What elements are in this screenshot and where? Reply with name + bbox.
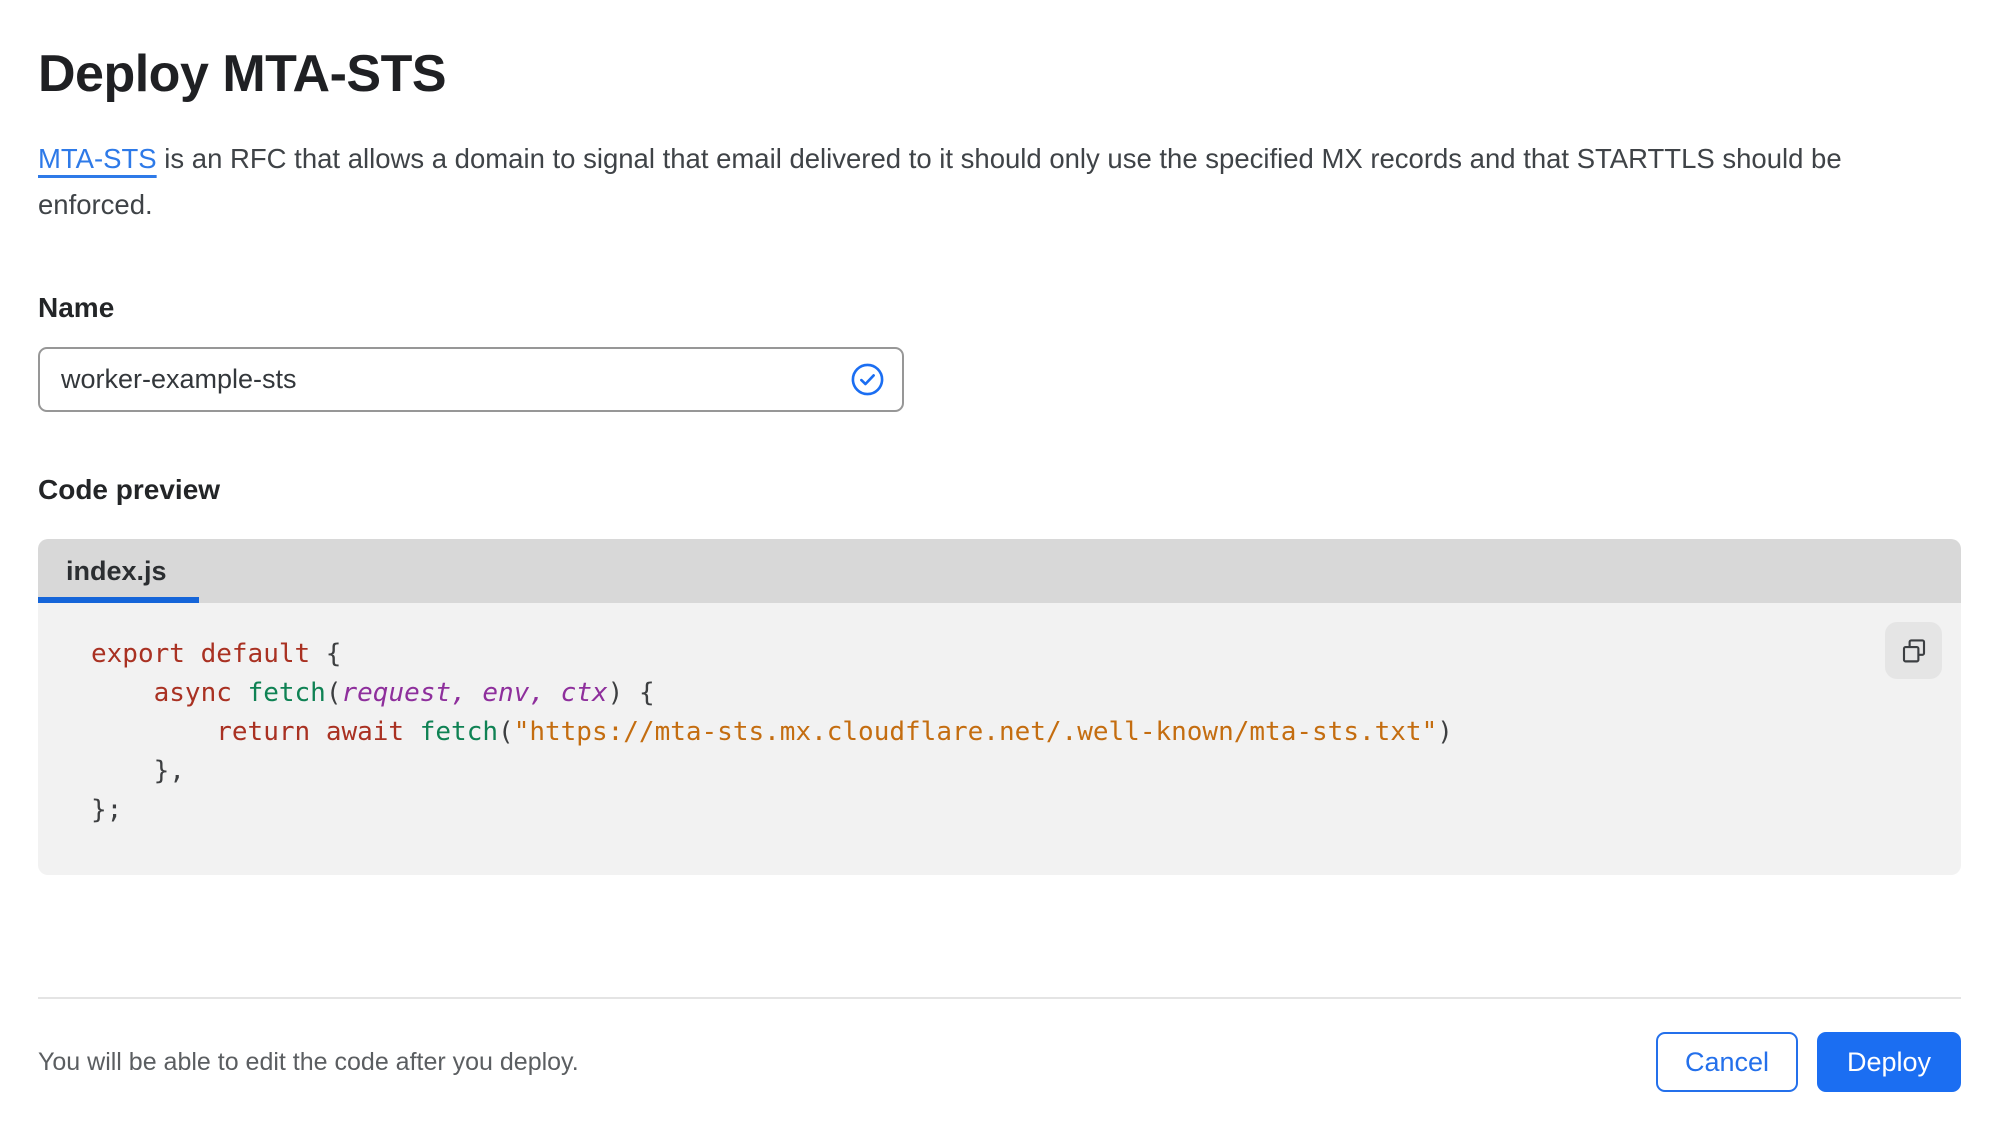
code-tabbar: index.js: [38, 539, 1961, 603]
copy-code-button[interactable]: [1885, 622, 1942, 679]
footer-note: You will be able to edit the code after …: [38, 1047, 579, 1076]
description-text: MTA-STS is an RFC that allows a domain t…: [38, 136, 1903, 228]
code-preview-label: Code preview: [38, 474, 221, 505]
mta-sts-link[interactable]: MTA-STS: [38, 143, 157, 174]
name-field-wrapper: [38, 347, 904, 412]
name-field-label: Name: [38, 292, 115, 323]
footer-actions: Cancel Deploy: [1656, 1032, 1961, 1092]
code-editor-area: export default { async fetch(request, en…: [38, 603, 1961, 875]
copy-icon: [1902, 638, 1925, 662]
footer-bar: You will be able to edit the code after …: [38, 1032, 1961, 1092]
tab-index-js[interactable]: index.js: [38, 539, 207, 603]
name-input[interactable]: [38, 347, 904, 412]
code-content: export default { async fetch(request, en…: [91, 639, 1453, 825]
deploy-mta-sts-page: Deploy MTA-STS MTA-STS is an RFC that al…: [0, 0, 1999, 1138]
code-preview-block: index.js export default { async fetch(re…: [38, 539, 1961, 875]
tab-index-js-label: index.js: [66, 555, 167, 586]
cancel-button[interactable]: Cancel: [1656, 1032, 1798, 1092]
page-title: Deploy MTA-STS: [38, 45, 447, 103]
description-body: is an RFC that allows a domain to signal…: [38, 143, 1842, 220]
footer-divider: [38, 997, 1961, 999]
deploy-button[interactable]: Deploy: [1817, 1032, 1961, 1092]
